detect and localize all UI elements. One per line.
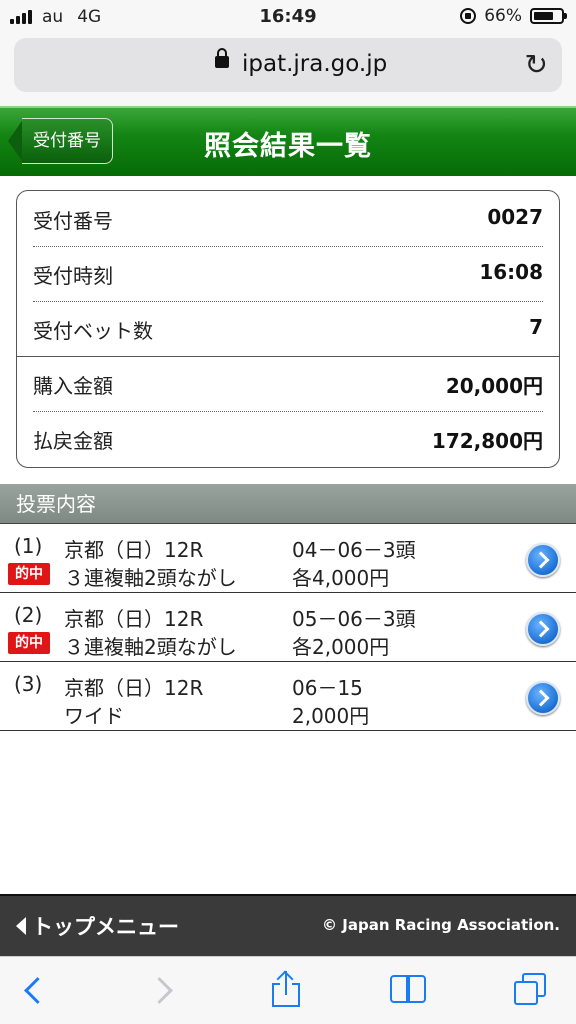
summary-value: 16:08 — [479, 260, 543, 284]
url-text: ipat.jra.go.jp — [242, 51, 388, 77]
summary-row-bet-count: 受付ベット数 7 — [33, 301, 543, 356]
chevron-right-circle-icon[interactable] — [526, 681, 560, 715]
bet-race: 京都（日）12R — [64, 607, 204, 631]
bet-race: 京都（日）12R — [64, 676, 204, 700]
bookmarks-icon[interactable] — [390, 971, 430, 1011]
bet-amount: 各4,000円 — [292, 566, 390, 590]
battery-percent: 66% — [484, 6, 522, 26]
browser-toolbar — [0, 956, 576, 1024]
summary-row-purchase-amount: 購入金額 20,000円 — [33, 356, 543, 411]
lock-icon — [215, 48, 229, 68]
bet-number: (3) — [14, 672, 43, 696]
bet-number: (2) — [14, 603, 43, 627]
bet-combination: 05－06－3頭 — [292, 607, 416, 631]
section-header: 投票内容 — [0, 484, 576, 524]
copyright: © Japan Racing Association. — [322, 916, 560, 934]
summary-value: 172,800円 — [431, 429, 543, 453]
status-right: 66% — [460, 6, 567, 26]
summary-label: 購入金額 — [33, 374, 113, 398]
summary-value: 20,000円 — [445, 374, 543, 398]
address-bar-area: ipat.jra.go.jp ↻ — [0, 34, 576, 106]
summary-value: 7 — [529, 315, 543, 339]
reload-icon[interactable]: ↻ — [525, 50, 548, 80]
hit-badge: 的中 — [8, 563, 50, 585]
bet-item[interactable]: (1) 京都（日）12R 04－06－3頭 的中 ３連複軸2頭ながし 各4,00… — [0, 525, 576, 593]
summary-panel: 受付番号 0027 受付時刻 16:08 受付ベット数 7 購入金額 20,00… — [16, 190, 560, 468]
summary-label: 受付時刻 — [33, 264, 113, 288]
tabs-icon[interactable] — [514, 971, 550, 1011]
page-header: 受付番号 照会結果一覧 — [0, 106, 576, 176]
chevron-right-circle-icon[interactable] — [526, 543, 560, 577]
bet-type: ３連複軸2頭ながし — [64, 635, 237, 659]
forward-icon[interactable] — [150, 971, 170, 1011]
bet-type: ３連複軸2頭ながし — [64, 566, 237, 590]
address-bar[interactable]: ipat.jra.go.jp ↻ — [14, 38, 562, 92]
summary-label: 受付ベット数 — [33, 319, 153, 343]
bet-type: ワイド — [64, 704, 124, 728]
page-title: 照会結果一覧 — [204, 131, 372, 162]
bet-amount: 各2,000円 — [292, 635, 390, 659]
bet-item[interactable]: (3) 京都（日）12R 06－15 ワイド 2,000円 — [0, 663, 576, 731]
summary-value: 0027 — [487, 205, 543, 229]
bet-item[interactable]: (2) 京都（日）12R 05－06－3頭 的中 ３連複軸2頭ながし 各2,00… — [0, 594, 576, 662]
summary-label: 受付番号 — [33, 209, 113, 233]
back-icon[interactable] — [22, 971, 42, 1011]
summary-row-receipt-number: 受付番号 0027 — [33, 191, 543, 246]
summary-row-payout-amount: 払戻金額 172,800円 — [33, 411, 543, 466]
share-icon[interactable] — [272, 970, 302, 1011]
bet-number: (1) — [14, 534, 43, 558]
bet-race: 京都（日）12R — [64, 538, 204, 562]
top-menu-link[interactable]: トップメニュー — [32, 911, 179, 941]
bet-amount: 2,000円 — [292, 704, 370, 728]
summary-row-receipt-time: 受付時刻 16:08 — [33, 246, 543, 301]
chevron-right-circle-icon[interactable] — [526, 612, 560, 646]
hit-badge: 的中 — [8, 632, 50, 654]
caret-left-icon — [16, 917, 26, 935]
status-bar: au 4G 16:49 66% — [0, 0, 576, 34]
site-footer: トップメニュー © Japan Racing Association. — [0, 894, 576, 956]
rotation-lock-icon — [460, 8, 477, 24]
battery-icon — [530, 8, 567, 24]
bet-combination: 06－15 — [292, 676, 363, 700]
bet-combination: 04－06－3頭 — [292, 538, 416, 562]
summary-label: 払戻金額 — [33, 429, 113, 453]
